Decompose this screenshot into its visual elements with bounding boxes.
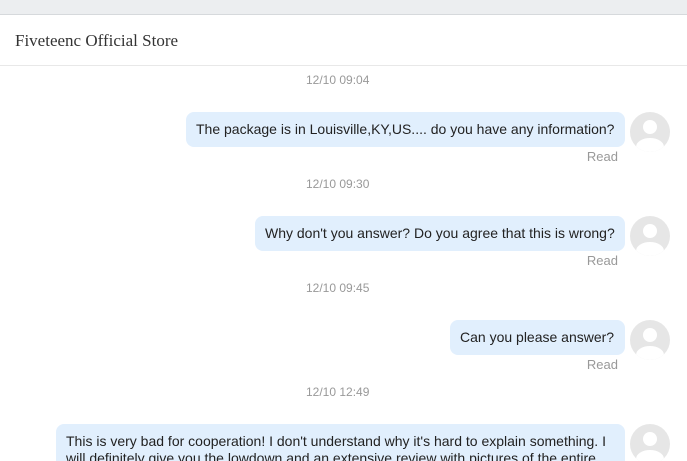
message-timestamp: 12/10 09:45	[306, 281, 370, 295]
window-top-strip	[0, 0, 687, 15]
read-status: Read	[586, 357, 618, 372]
chat-header: Fiveteenc Official Store	[0, 15, 687, 66]
message-list[interactable]: 12/10 09:04 The package is in Louisville…	[0, 66, 687, 461]
avatar-icon	[630, 112, 670, 152]
message-bubble: Why don't you answer? Do you agree that …	[255, 216, 625, 251]
avatar-icon	[630, 320, 670, 360]
avatar-icon	[630, 424, 670, 461]
message-timestamp: 12/10 09:30	[306, 177, 370, 191]
read-status: Read	[586, 149, 618, 164]
message-bubble: This is very bad for cooperation! I don'…	[56, 424, 625, 461]
message-timestamp: 12/10 09:04	[306, 73, 370, 87]
message-bubble: The package is in Louisville,KY,US.... d…	[186, 112, 625, 147]
message-bubble: Can you please answer?	[450, 320, 625, 355]
avatar-icon	[630, 216, 670, 256]
message-timestamp: 12/10 12:49	[306, 385, 370, 399]
read-status: Read	[586, 253, 618, 268]
store-name-title[interactable]: Fiveteenc Official Store	[15, 31, 178, 51]
